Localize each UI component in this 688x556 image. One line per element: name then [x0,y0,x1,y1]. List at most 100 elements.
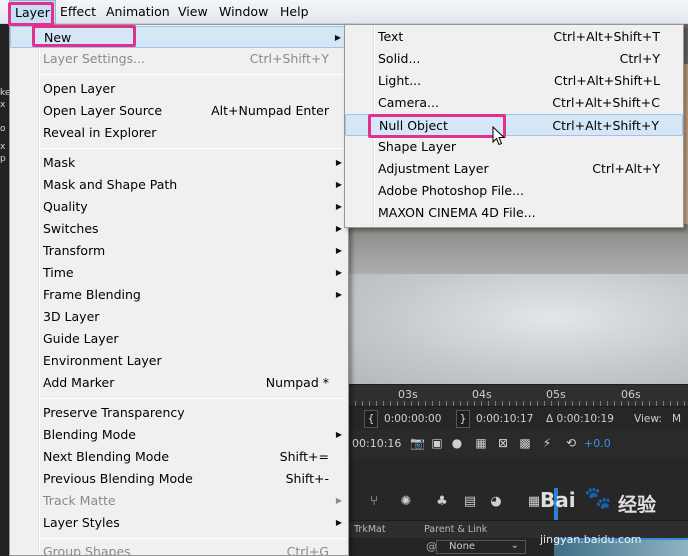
menu-item-label: Shape Layer [378,139,456,154]
menu-help[interactable]: Help [275,0,314,24]
menu-item-label: Time [43,265,74,280]
grid-icon[interactable]: ▦ [474,436,488,450]
menu-item-frame-blending[interactable]: Frame Blending ▶ [10,284,348,306]
trkmat-column-header[interactable]: TrkMat [354,524,386,535]
menu-item-transform[interactable]: Transform ▶ [10,240,348,262]
out-point-time[interactable]: 0:00:10:17 [476,411,533,427]
menu-animation[interactable]: Animation [101,0,175,24]
menu-item-guide-layer[interactable]: Guide Layer [10,328,348,350]
exposure-reset-icon[interactable]: ⟲ [564,436,578,450]
ruler-tick: 06s [621,388,641,401]
camera-icon[interactable]: 📷 [410,436,425,450]
submenu-item-light[interactable]: Light... Ctrl+Alt+Shift+L [345,70,683,92]
menu-item-label: Previous Blending Mode [43,471,193,486]
menu-item-label: Mask and Shape Path [43,177,178,192]
menu-item-layer-settings[interactable]: Layer Settings... Ctrl+Shift+Y [10,48,348,70]
submenu-item-photoshop-file[interactable]: Adobe Photoshop File... [345,180,683,202]
timeline-toolbar: 00:10:16 📷 ▣ ● ▦ ⊠ ▩ ⚡ ⟲ +0.0 [348,430,688,458]
out-point-bracket-icon[interactable]: } [456,410,470,428]
parent-link-column-header[interactable]: Parent & Link [424,524,487,535]
submenu-item-shape-layer[interactable]: Shape Layer [345,136,683,158]
menu-item-3d-layer[interactable]: 3D Layer [10,306,348,328]
watermark: Bai 🐾 经验 jingyan.baidu.com [540,486,688,554]
menu-item-label: Solid... [378,51,421,66]
submenu-item-text[interactable]: Text Ctrl+Alt+Shift+T [345,26,683,48]
menu-item-open-layer-source[interactable]: Open Layer Source Alt+Numpad Enter [10,100,348,122]
submenu-item-adjustment-layer[interactable]: Adjustment Layer Ctrl+Alt+Y [345,158,683,180]
menu-item-shortcut: Ctrl+Alt+Y [592,161,660,176]
time-range-bar: { 0:00:00:00 } 0:00:10:17 Δ 0:00:10:19 V… [348,406,688,430]
menu-item-label: Group Shapes [43,544,131,556]
menu-item-label: Blending Mode [43,427,136,442]
menu-item-time[interactable]: Time ▶ [10,262,348,284]
ruler-tick: 04s [472,388,492,401]
menu-item-group-shapes[interactable]: Group Shapes Ctrl+G [10,541,348,556]
region-icon[interactable]: ▣ [430,436,444,450]
menu-item-add-marker[interactable]: Add Marker Numpad * [10,372,348,394]
menu-item-shortcut: Ctrl+Alt+Shift+T [553,29,660,44]
submenu-item-camera[interactable]: Camera... Ctrl+Alt+Shift+C [345,92,683,114]
exposure-value[interactable]: +0.0 [584,437,611,450]
in-point-time[interactable]: 0:00:00:00 [384,411,441,427]
menu-item-label: Mask [43,155,76,170]
fast-preview-icon[interactable]: ⚡ [540,436,554,450]
menu-effect[interactable]: Effect [55,0,101,24]
frame-blending-icon[interactable]: ▤ [462,494,478,510]
menu-separator [40,148,346,149]
menu-view[interactable]: View [173,0,213,24]
current-time[interactable]: 00:10:16 [352,437,401,450]
menu-item-shortcut: Ctrl+Shift+Y [249,51,329,66]
menu-item-track-matte[interactable]: Track Matte ▶ [10,490,348,512]
menu-item-label: Next Blending Mode [43,449,170,464]
menu-item-previous-blending-mode[interactable]: Previous Blending Mode Shift+- [10,468,348,490]
menu-item-shortcut: Ctrl+Alt+Shift+C [552,95,660,110]
menu-item-open-layer[interactable]: Open Layer [10,78,348,100]
menu-item-label: Layer Settings... [43,51,146,66]
menu-item-blending-mode[interactable]: Blending Mode ▶ [10,424,348,446]
menu-item-mask[interactable]: Mask ▶ [10,152,348,174]
menu-item-shortcut: Ctrl+Y [619,51,660,66]
submenu-arrow-icon: ▶ [335,202,342,211]
menu-item-label: Light... [378,73,422,88]
menu-layer[interactable]: Layer [9,0,56,24]
view-dropdown[interactable]: M [672,411,681,427]
submenu-arrow-icon: ▶ [335,180,342,189]
menu-item-label: Camera... [378,95,439,110]
submenu-arrow-icon: ▶ [335,430,342,439]
menu-item-preserve-transparency[interactable]: Preserve Transparency [10,402,348,424]
menu-item-new[interactable]: New ▶ [10,26,348,48]
menu-window[interactable]: Window [214,0,273,24]
timeline-ruler[interactable]: 03s 04s 05s 06s [348,384,688,407]
parent-dropdown[interactable]: None [436,540,526,554]
submenu-item-null-object[interactable]: Null Object Ctrl+Alt+Shift+Y [345,114,683,136]
menu-item-mask-and-shape-path[interactable]: Mask and Shape Path ▶ [10,174,348,196]
menu-item-layer-styles[interactable]: Layer Styles ▶ [10,512,348,534]
in-point-bracket-icon[interactable]: { [364,410,378,428]
shy-layers-icon[interactable]: ♣ [434,494,450,510]
submenu-item-cinema4d-file[interactable]: MAXON CINEMA 4D File... [345,202,683,224]
submenu-item-solid[interactable]: Solid... Ctrl+Y [345,48,683,70]
menu-item-label: 3D Layer [43,309,100,324]
mouse-cursor-icon [492,126,506,146]
safe-margins-icon[interactable]: ⊠ [496,436,510,450]
menu-item-environment-layer[interactable]: Environment Layer [10,350,348,372]
menu-item-quality[interactable]: Quality ▶ [10,196,348,218]
menu-separator [40,538,346,539]
menu-item-switches[interactable]: Switches ▶ [10,218,348,240]
menu-item-reveal-in-explorer[interactable]: Reveal in Explorer [10,122,348,144]
draft-3d-icon[interactable]: ✺ [398,494,414,510]
menu-item-label: Adobe Photoshop File... [378,183,524,198]
menu-item-shortcut: Ctrl+Alt+Shift+Y [552,118,659,133]
menu-item-shortcut: Ctrl+Alt+Shift+L [554,73,660,88]
menu-item-label: Open Layer Source [43,103,163,118]
menu-item-label: Guide Layer [43,331,119,346]
menu-item-label: Track Matte [43,493,116,508]
menu-item-next-blending-mode[interactable]: Next Blending Mode Shift+= [10,446,348,468]
menu-item-label: MAXON CINEMA 4D File... [378,205,536,220]
watermark-brand-cn: 经验 [618,494,657,516]
menu-item-label: Layer Styles [43,515,120,530]
transparency-icon[interactable]: ▩ [518,436,532,450]
composition-flowchart-icon[interactable]: ⑂ [366,494,382,510]
color-channels-icon[interactable]: ● [450,436,464,450]
motion-blur-icon[interactable]: ◕ [488,494,504,510]
